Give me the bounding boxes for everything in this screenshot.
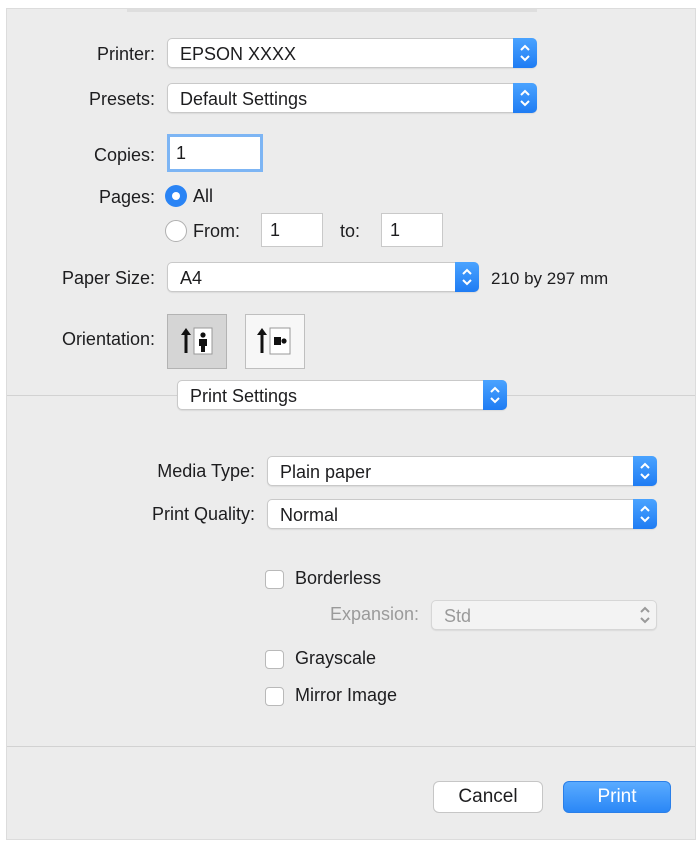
pages-all-label: All	[193, 186, 214, 206]
grayscale-checkbox[interactable]	[265, 650, 284, 669]
portrait-person-icon	[181, 327, 213, 355]
copies-label: Copies:	[93, 145, 155, 165]
pages-all-radio[interactable]	[165, 185, 187, 207]
cancel-button[interactable]: Cancel	[433, 781, 543, 813]
dialog-top-edge	[127, 9, 537, 12]
mirror-image-label: Mirror Image	[295, 685, 398, 705]
media-type-popup[interactable]: Plain paper	[267, 456, 657, 486]
bottom-separator	[7, 746, 695, 747]
panel-menu-value: Print Settings	[190, 386, 298, 406]
orientation-landscape-button[interactable]	[245, 314, 305, 369]
up-down-arrows-icon	[513, 83, 537, 113]
mirror-image-checkbox[interactable]	[265, 687, 284, 706]
presets-popup[interactable]: Default Settings	[167, 83, 537, 113]
up-down-arrows-icon	[455, 262, 479, 292]
orientation-label: Orientation:	[61, 329, 155, 349]
print-quality-popup[interactable]: Normal	[267, 499, 657, 529]
landscape-person-icon	[257, 327, 291, 355]
expansion-label: Expansion:	[329, 604, 419, 624]
media-type-label: Media Type:	[157, 461, 255, 481]
expansion-popup[interactable]: Std	[431, 600, 657, 630]
pages-from-label: From:	[193, 221, 240, 241]
expansion-value: Std	[444, 606, 472, 626]
paper-size-dimensions: 210 by 297 mm	[491, 269, 609, 288]
print-dialog: Printer: EPSON XXXX Presets: Default Set…	[6, 8, 696, 840]
grayscale-label: Grayscale	[295, 648, 377, 668]
print-button[interactable]: Print	[563, 781, 671, 813]
media-type-value: Plain paper	[280, 462, 372, 482]
printer-popup[interactable]: EPSON XXXX	[167, 38, 537, 68]
borderless-checkbox[interactable]	[265, 570, 284, 589]
printer-value: EPSON XXXX	[180, 44, 297, 64]
up-down-arrows-icon	[513, 38, 537, 68]
up-down-arrows-icon	[483, 380, 507, 410]
presets-value: Default Settings	[180, 89, 308, 109]
copies-field[interactable]: 1	[167, 134, 263, 172]
paper-size-label: Paper Size:	[61, 268, 155, 288]
up-down-arrows-icon	[633, 456, 657, 486]
up-down-arrows-icon	[633, 600, 657, 630]
pages-to-value: 1	[390, 220, 401, 240]
pages-from-radio[interactable]	[165, 220, 187, 242]
orientation-portrait-button[interactable]	[167, 314, 227, 369]
pages-from-field[interactable]: 1	[261, 213, 323, 247]
pages-to-label: to:	[340, 221, 361, 241]
up-down-arrows-icon	[633, 499, 657, 529]
print-quality-value: Normal	[280, 505, 339, 525]
paper-size-value: A4	[180, 268, 203, 288]
pages-from-value: 1	[270, 220, 281, 240]
pages-label: Pages:	[98, 187, 155, 207]
panel-menu-popup[interactable]: Print Settings	[177, 380, 507, 410]
printer-label: Printer:	[96, 44, 155, 64]
paper-size-popup[interactable]: A4	[167, 262, 479, 292]
borderless-label: Borderless	[295, 568, 382, 588]
print-quality-label: Print Quality:	[151, 504, 255, 524]
presets-label: Presets:	[88, 89, 155, 109]
copies-value: 1	[176, 143, 187, 163]
pages-to-field[interactable]: 1	[381, 213, 443, 247]
